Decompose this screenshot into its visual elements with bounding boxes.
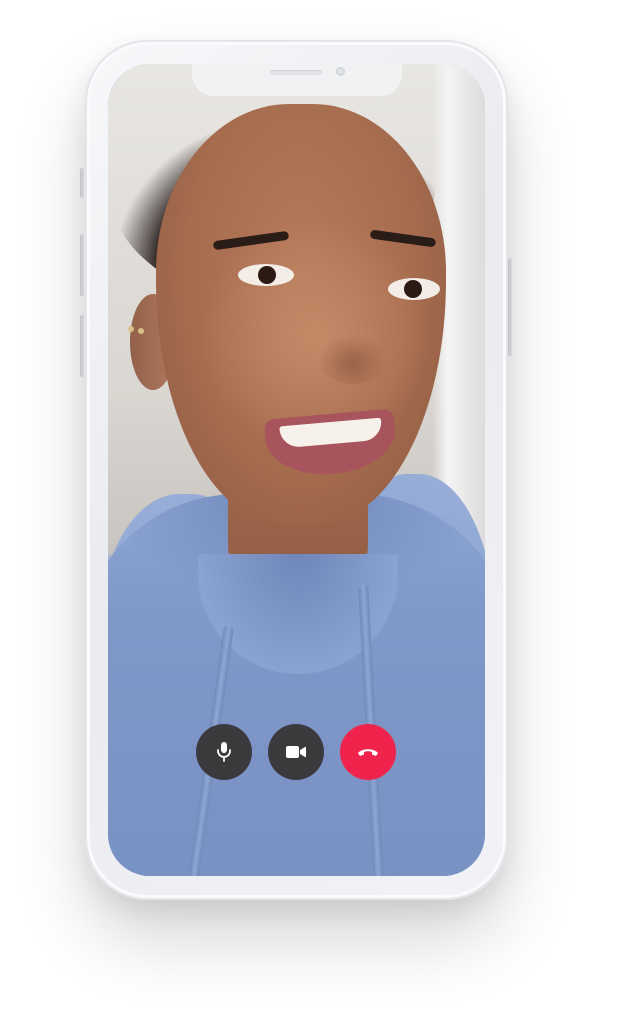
microphone-icon: [217, 742, 231, 762]
video-toggle-button[interactable]: [268, 724, 324, 780]
silent-switch: [80, 168, 84, 198]
earring: [128, 326, 134, 332]
nose: [318, 334, 388, 384]
front-camera: [336, 67, 345, 76]
volume-down-button: [80, 315, 84, 377]
eye-right: [388, 278, 440, 300]
earpiece-speaker: [270, 70, 322, 75]
earring: [138, 328, 144, 334]
eye-left: [238, 264, 294, 286]
call-controls: [196, 724, 398, 780]
video-camera-icon: [286, 746, 306, 758]
power-button: [508, 258, 512, 356]
stage: [0, 0, 626, 1028]
phone-notch: [192, 64, 402, 96]
end-call-button[interactable]: [340, 724, 396, 780]
volume-up-button: [80, 234, 84, 296]
mute-button[interactable]: [196, 724, 252, 780]
phone-hangup-icon: [358, 749, 378, 756]
